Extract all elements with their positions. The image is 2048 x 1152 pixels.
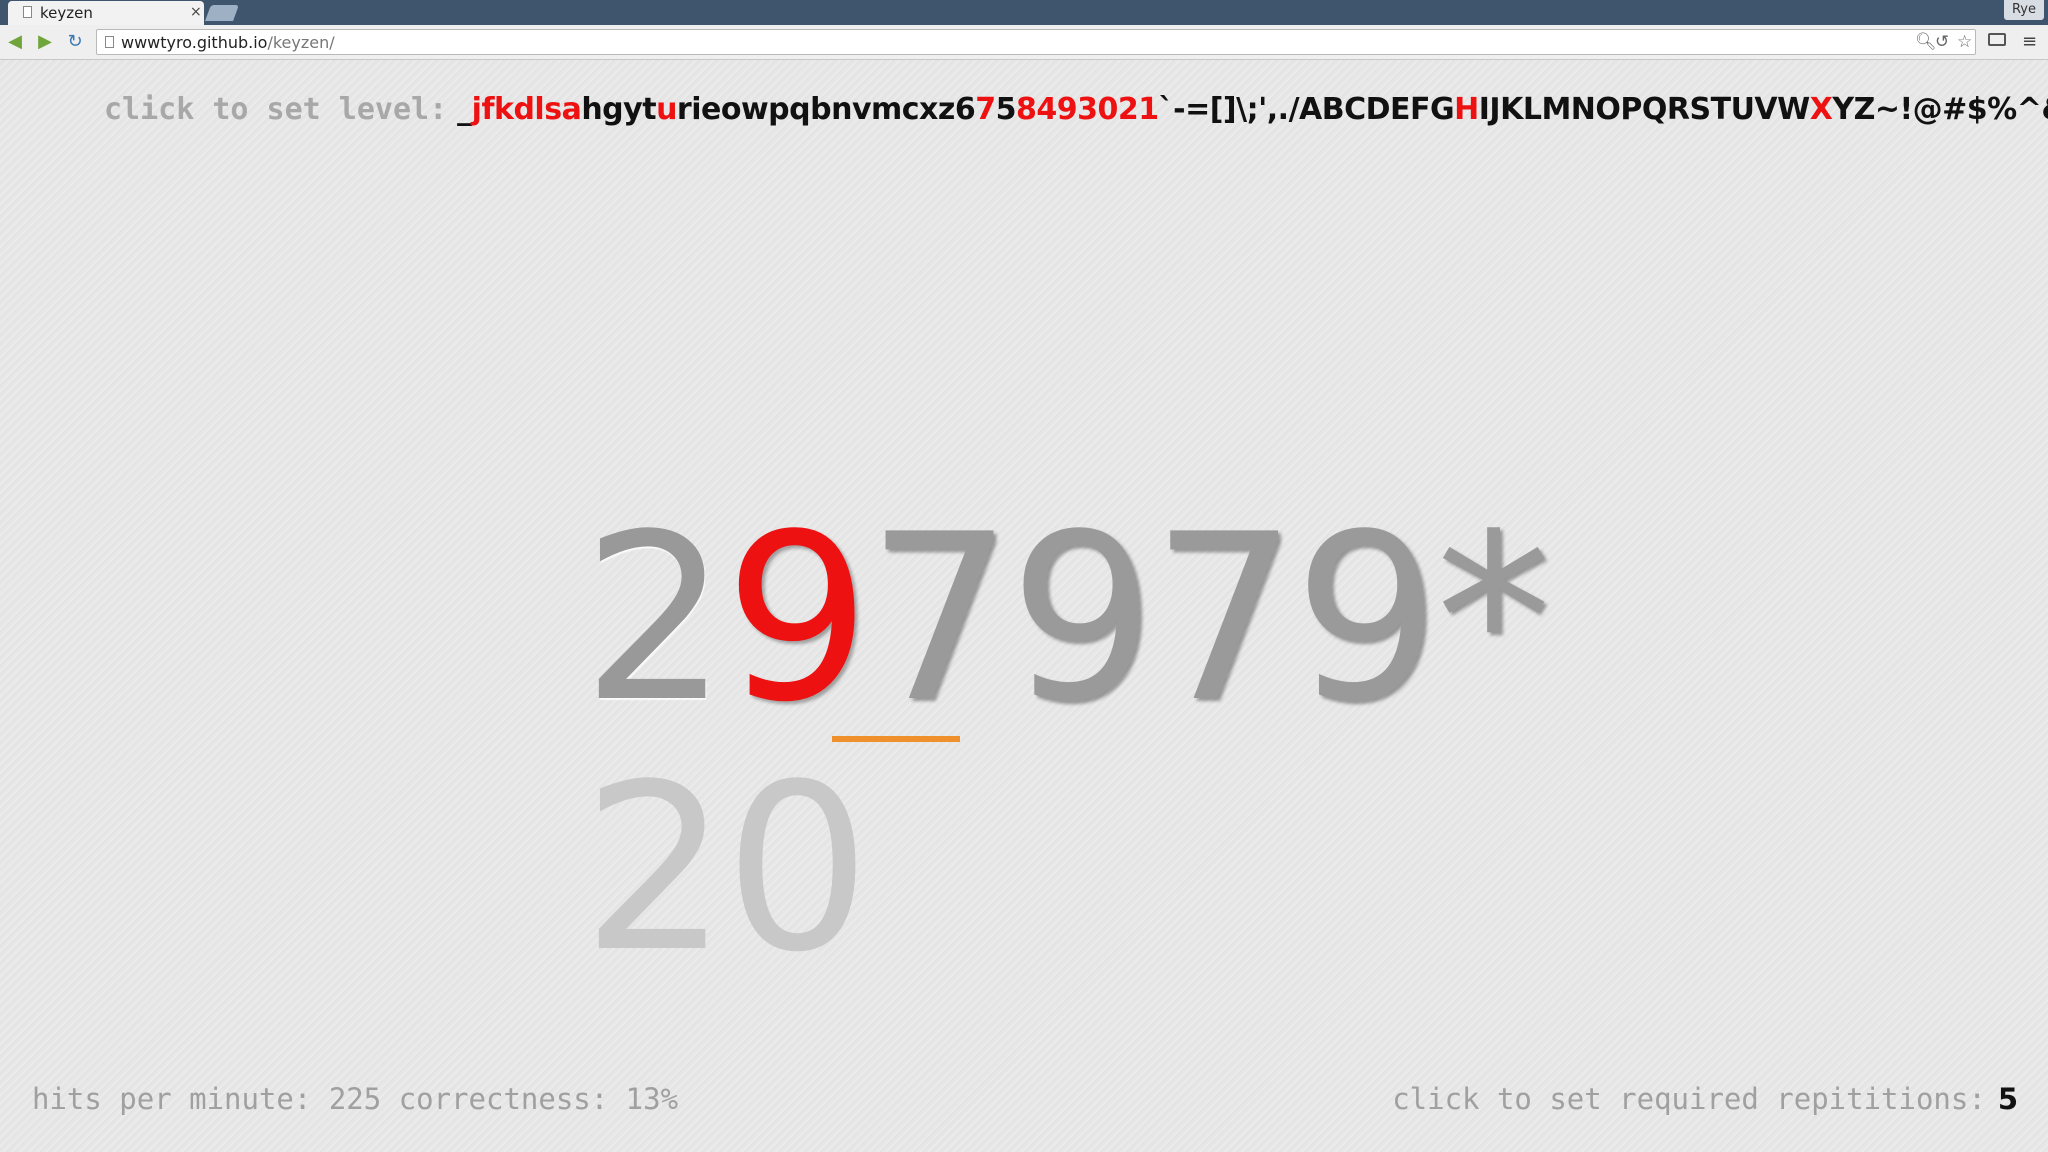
- new-tab-button[interactable]: [205, 5, 239, 21]
- history-icon[interactable]: ↺: [1935, 32, 1949, 52]
- level-chars-inactive[interactable]: hgyt: [581, 92, 656, 127]
- level-chars-inactive[interactable]: IJKLMNOPQRSTUVW: [1479, 92, 1810, 127]
- level-chars-inactive[interactable]: YZ~!@#$%^&*()_+: [1832, 92, 2048, 127]
- url-text: wwwtyro.github.io/keyzen/: [121, 33, 335, 52]
- repetitions-label: click to set required repititions:: [1392, 1082, 1986, 1116]
- level-chars-active[interactable]: H: [1454, 92, 1479, 127]
- cast-icon[interactable]: [1988, 33, 2006, 46]
- tab-keyzen[interactable]: keyzen ×: [8, 1, 204, 25]
- level-chars-active[interactable]: jfkdlsa: [472, 92, 582, 127]
- level-chars-active[interactable]: 8493021: [1016, 92, 1159, 127]
- menu-icon[interactable]: ≡: [2022, 31, 2037, 52]
- address-bar[interactable]: wwwtyro.github.io/keyzen/ 🔍︎ ↺ ☆: [96, 29, 1976, 55]
- stats-bar: hits per minute: 225 correctness: 13%: [32, 1082, 678, 1116]
- correctness-value: 13%: [625, 1082, 679, 1116]
- level-chars-inactive[interactable]: rieowpqbnvmcxz6: [677, 92, 976, 127]
- page-icon: [105, 36, 114, 48]
- level-chars-inactive[interactable]: _: [457, 92, 472, 127]
- zoom-icon[interactable]: 🔍︎: [1915, 32, 1937, 52]
- level-chars-inactive[interactable]: 5: [996, 92, 1017, 127]
- word-char-pending: 7: [1151, 486, 1297, 753]
- word-char-pending: *: [1436, 486, 1551, 753]
- level-characters[interactable]: _jfkdlsahgyturieowpqbnvmcxz6758493021`-=…: [457, 92, 2048, 127]
- forward-arrow-icon[interactable]: ▶: [34, 31, 56, 53]
- repetitions-value[interactable]: 5: [1998, 1082, 2018, 1116]
- url-path: /keyzen/: [267, 33, 335, 52]
- next-word: 20: [582, 736, 871, 1003]
- word-char-pending: 9: [1293, 486, 1440, 753]
- browser-toolbar: ◀ ▶ ↻ wwwtyro.github.io/keyzen/ 🔍︎ ↺ ☆ ≡: [0, 25, 2048, 60]
- browser-tab-strip: keyzen × Rye: [0, 0, 2048, 25]
- level-label: click to set level:: [104, 92, 448, 127]
- repetitions-setting[interactable]: click to set required repititions: 5: [1392, 1082, 2018, 1116]
- level-chars-active[interactable]: X: [1810, 92, 1833, 127]
- word-char-pending: 7: [866, 486, 1013, 753]
- page-icon: [23, 6, 32, 18]
- word-char-pending: 9: [1009, 486, 1155, 753]
- back-arrow-icon[interactable]: ◀: [4, 31, 26, 53]
- keyzen-page: click to set level: _jfkdlsahgyturieowpqb…: [0, 60, 2048, 1152]
- hits-per-minute-value: 225: [328, 1082, 382, 1116]
- correctness-label: correctness:: [398, 1082, 609, 1116]
- tab-title: keyzen: [40, 4, 93, 22]
- star-icon[interactable]: ☆: [1957, 32, 1972, 52]
- level-selector: click to set level: _jfkdlsahgyturieowpqb…: [104, 90, 2048, 130]
- level-chars-inactive[interactable]: `-=[]\;',./ABCDEFG: [1159, 92, 1455, 127]
- close-tab-icon[interactable]: ×: [190, 4, 202, 20]
- level-chars-active[interactable]: u: [656, 92, 677, 127]
- word-char-typed: 2: [582, 486, 728, 753]
- level-chars-active[interactable]: 7: [975, 92, 996, 127]
- word-char-wrong: 9: [724, 486, 870, 753]
- url-host: wwwtyro.github.io: [121, 33, 268, 52]
- reload-icon[interactable]: ↻: [64, 31, 86, 53]
- hits-per-minute-label: hits per minute:: [32, 1082, 312, 1116]
- profile-button[interactable]: Rye: [2004, 0, 2044, 20]
- current-word: 297979*: [582, 500, 1551, 740]
